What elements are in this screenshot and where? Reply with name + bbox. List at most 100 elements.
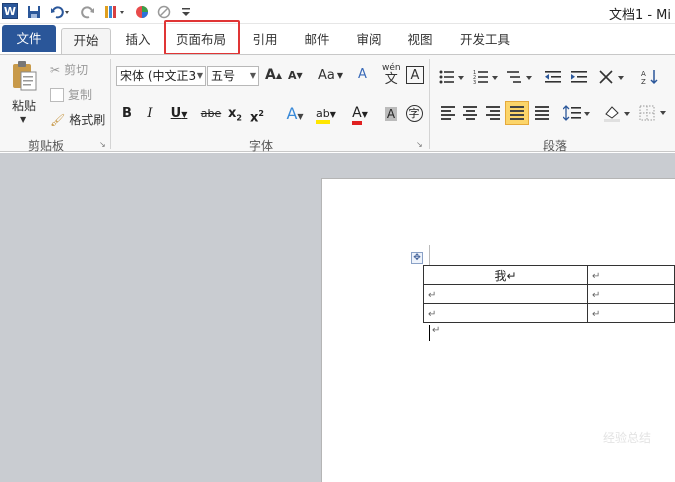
- table-cell[interactable]: ↵: [423, 303, 588, 323]
- italic-button[interactable]: I: [141, 104, 159, 124]
- bold-button[interactable]: B: [118, 104, 136, 124]
- character-border-button[interactable]: A: [406, 66, 424, 84]
- word-app-icon[interactable]: W: [2, 3, 18, 19]
- superscript-button[interactable]: x2: [248, 104, 266, 125]
- quick-access-toolbar: W 文档1 - Mi: [0, 0, 675, 24]
- copy-label: 复制: [68, 88, 93, 102]
- distributed-button[interactable]: [532, 103, 552, 123]
- cut-button[interactable]: ✂ 剪切: [50, 61, 88, 78]
- ribbon-home: 粘贴 ▼ ✂ 剪切 复制 🖌 格式刷 剪贴板 ↘ 宋体 (中文正3 ▼ 五号 ▼…: [0, 54, 675, 153]
- subscript-button[interactable]: x2: [226, 104, 244, 124]
- bullets-button[interactable]: [438, 67, 466, 87]
- svg-text:Z: Z: [641, 78, 646, 85]
- cell-end-mark: ↵: [591, 271, 601, 282]
- pen-icon[interactable]: [156, 3, 172, 21]
- format-painter-label: 格式刷: [69, 113, 106, 127]
- document-page[interactable]: ✥ 我↵ ↵ ↵ ↵ ↵ ↵ ↵ 经验总结: [321, 178, 675, 482]
- tab-developer[interactable]: 开发工具: [452, 28, 518, 54]
- justify-button[interactable]: [505, 101, 529, 125]
- clear-format-icon: A: [358, 67, 367, 82]
- cell-end-mark: ↵: [591, 290, 601, 301]
- clipboard-launcher-icon[interactable]: ↘: [99, 140, 106, 149]
- align-right-button[interactable]: [483, 103, 503, 123]
- table-row: ↵ ↵: [423, 303, 675, 323]
- text-effects-button[interactable]: A▼: [280, 104, 310, 124]
- increase-indent-button[interactable]: [569, 67, 589, 87]
- highlight-icon: ab: [316, 107, 330, 124]
- watermark: 经验总结: [602, 431, 651, 445]
- document-table[interactable]: 我↵ ↵ ↵ ↵ ↵ ↵: [423, 265, 675, 323]
- decrease-indent-button[interactable]: [543, 67, 563, 87]
- character-shading-button[interactable]: A: [382, 104, 400, 124]
- paragraph-mark: ↵: [432, 325, 441, 336]
- sort-button[interactable]: AZ: [640, 67, 660, 87]
- font-group-label: 字体: [249, 139, 274, 153]
- format-painter-button[interactable]: 🖌 格式刷: [50, 111, 105, 128]
- numbering-button[interactable]: 123: [472, 67, 500, 87]
- tab-mailings[interactable]: 邮件: [295, 28, 339, 54]
- scissors-icon: ✂: [50, 62, 61, 77]
- shrink-font-button[interactable]: A ▼: [288, 69, 303, 82]
- align-left-button[interactable]: [438, 103, 458, 123]
- clear-format-button[interactable]: A: [358, 67, 367, 82]
- tab-file[interactable]: 文件: [2, 25, 56, 52]
- chevron-down-icon: ▼: [196, 71, 203, 80]
- font-size-combo[interactable]: 五号 ▼: [207, 66, 259, 86]
- font-name-combo[interactable]: 宋体 (中文正3 ▼: [116, 66, 206, 86]
- enclose-characters-icon: 字: [405, 105, 423, 122]
- table-cell[interactable]: ↵: [586, 303, 675, 323]
- window-title: 文档1 - Mi: [608, 8, 671, 23]
- table-cell[interactable]: ↵: [423, 284, 588, 304]
- table-cell[interactable]: ↵: [586, 284, 675, 304]
- cell-end-mark: ↵: [428, 290, 437, 301]
- text-cursor: [429, 325, 430, 341]
- shading-button[interactable]: [602, 103, 632, 123]
- font-launcher-icon[interactable]: ↘: [416, 140, 423, 149]
- table-cell[interactable]: 我↵: [423, 265, 588, 285]
- tab-insert[interactable]: 插入: [116, 28, 160, 54]
- table-row: 我↵ ↵: [423, 265, 675, 285]
- tab-page-layout[interactable]: 页面布局: [167, 28, 235, 54]
- font-color-button[interactable]: A▼: [345, 104, 375, 125]
- chinese-layout-button[interactable]: [598, 67, 626, 87]
- qat-customize-icon[interactable]: [180, 3, 192, 21]
- chevron-down-icon: ▼: [249, 71, 256, 80]
- grow-font-button[interactable]: A ▲: [265, 67, 282, 83]
- paste-button[interactable]: 粘贴: [12, 97, 36, 114]
- paste-icon[interactable]: [10, 59, 40, 93]
- underline-icon: U: [170, 106, 182, 121]
- highlight-button[interactable]: ab▼: [311, 104, 341, 124]
- table-move-handle-icon[interactable]: ✥: [411, 252, 423, 264]
- align-center-button[interactable]: [460, 103, 480, 123]
- redo-icon[interactable]: [80, 3, 96, 21]
- cell-end-mark: ↵: [428, 309, 437, 320]
- tab-review[interactable]: 审阅: [347, 28, 391, 54]
- phonetic-guide-button[interactable]: wén 文: [382, 63, 401, 86]
- ribbon-tabs: 文件 开始 插入 页面布局 引用 邮件 审阅 视图 开发工具: [0, 24, 675, 54]
- enclose-characters-button[interactable]: 字: [404, 104, 424, 124]
- change-case-button[interactable]: Aa ▼: [318, 68, 343, 83]
- underline-button[interactable]: U▼: [164, 104, 194, 124]
- borders-button[interactable]: [638, 103, 668, 123]
- clipboard-group-label: 剪贴板: [28, 139, 65, 153]
- save-icon[interactable]: [26, 3, 42, 21]
- cell-end-mark: ↵: [591, 309, 601, 320]
- group-divider: [429, 59, 430, 149]
- table-cell[interactable]: ↵: [586, 265, 675, 285]
- strikethrough-button[interactable]: abe: [200, 104, 222, 124]
- character-border-icon: A: [410, 67, 420, 83]
- paste-dropdown-icon[interactable]: ▼: [20, 115, 26, 124]
- tab-view[interactable]: 视图: [398, 28, 442, 54]
- copy-button[interactable]: 复制: [50, 86, 92, 103]
- font-size-value: 五号: [211, 69, 236, 83]
- paragraph-group-label: 段落: [543, 139, 568, 153]
- customize-brush-icon[interactable]: [102, 3, 128, 21]
- multilevel-list-button[interactable]: [506, 67, 534, 87]
- tab-references[interactable]: 引用: [243, 28, 287, 54]
- undo-icon[interactable]: [48, 3, 72, 21]
- color-wheel-icon[interactable]: [134, 3, 150, 21]
- paste-label: 粘贴: [12, 99, 37, 113]
- shrink-font-icon: A: [288, 69, 297, 82]
- tab-home[interactable]: 开始: [61, 28, 111, 54]
- line-spacing-button[interactable]: [562, 103, 592, 123]
